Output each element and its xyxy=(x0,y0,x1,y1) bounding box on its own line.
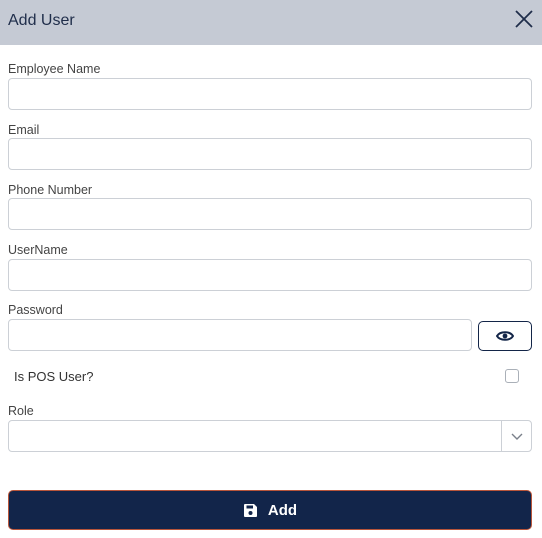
is-pos-user-checkbox[interactable] xyxy=(505,369,519,383)
add-button-label: Add xyxy=(267,501,298,519)
toggle-password-button[interactable] xyxy=(478,321,532,351)
role-select[interactable] xyxy=(8,420,532,452)
email-input[interactable] xyxy=(8,138,532,170)
close-icon xyxy=(515,10,533,28)
dialog-header: Add User xyxy=(0,0,542,45)
password-label: Password xyxy=(8,303,63,317)
username-input[interactable] xyxy=(8,259,532,291)
is-pos-user-label: Is POS User? xyxy=(14,369,94,384)
employee-name-input[interactable] xyxy=(8,78,532,110)
role-label: Role xyxy=(8,404,34,418)
dialog-title: Add User xyxy=(8,12,75,29)
employee-name-label: Employee Name xyxy=(8,62,101,76)
phone-number-label: Phone Number xyxy=(8,183,93,197)
chevron-down-icon xyxy=(511,433,523,440)
username-label: UserName xyxy=(8,243,68,257)
save-icon xyxy=(243,503,257,517)
select-divider xyxy=(501,421,502,451)
add-button[interactable]: Add xyxy=(8,490,532,530)
email-label: Email xyxy=(8,123,40,137)
eye-icon xyxy=(496,331,514,341)
password-input[interactable] xyxy=(8,319,472,351)
close-button[interactable] xyxy=(513,8,535,30)
phone-number-input[interactable] xyxy=(8,198,532,230)
